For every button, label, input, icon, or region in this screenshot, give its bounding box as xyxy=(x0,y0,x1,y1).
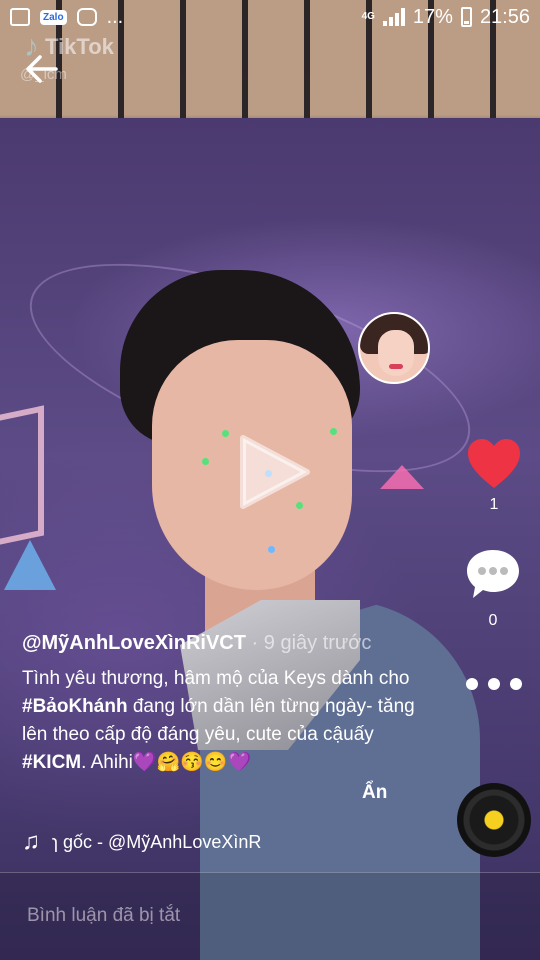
zalo-icon: Zalo xyxy=(40,9,67,25)
caption-header: @MỹAnhLoveXìnRiVCT · 9 giây trước xyxy=(22,632,422,655)
play-icon xyxy=(240,435,310,509)
back-button[interactable] xyxy=(22,52,62,86)
author-handle[interactable]: @MỹAnhLoveXìnRiVCT xyxy=(22,632,246,654)
comment-button[interactable] xyxy=(465,548,521,600)
clock: 21:56 xyxy=(479,5,530,28)
post-time: 9 giây trước xyxy=(263,632,372,654)
video-caption: @MỹAnhLoveXìnRiVCT · 9 giây trước Tình y… xyxy=(22,632,422,777)
dot-icon xyxy=(466,678,478,690)
heart-icon xyxy=(468,439,520,488)
more-options-button[interactable] xyxy=(466,672,522,696)
comment-bar: Bình luận đã bị tắt xyxy=(0,872,540,960)
play-button[interactable] xyxy=(233,432,313,512)
music-title: ɿ gốc - @MỹAnhLoveXìnR xyxy=(52,831,262,852)
like-count: 1 xyxy=(489,496,499,513)
like-button[interactable] xyxy=(466,438,522,490)
comment-count: 0 xyxy=(488,612,498,629)
comment-bubble-icon xyxy=(467,550,519,598)
sparkle-effect xyxy=(222,430,229,437)
sparkle-effect xyxy=(268,546,275,553)
hashtag-link[interactable]: #KICM xyxy=(22,752,81,773)
caption-text: Tình yêu thương, hâm mộ của Keys dành ch… xyxy=(22,668,415,773)
signal-icon xyxy=(382,8,405,26)
author-avatar[interactable] xyxy=(358,312,430,384)
triangle-decoration xyxy=(4,540,56,590)
music-disc-button[interactable] xyxy=(457,783,531,857)
network-type: 4G xyxy=(361,11,375,22)
back-arrow-icon xyxy=(26,55,58,83)
comments-disabled-text: Bình luận đã bị tắt xyxy=(27,905,181,926)
battery-level: 17% xyxy=(412,5,453,28)
separator-dot: · xyxy=(251,632,259,654)
battery-icon xyxy=(460,7,472,27)
music-info[interactable]: ♫ ɿ gốc - @MỹAnhLoveXìnR xyxy=(22,828,261,856)
instagram-icon xyxy=(76,8,97,26)
sparkle-effect xyxy=(202,458,209,465)
hashtag-link[interactable]: #BảoKhánh xyxy=(22,696,128,717)
sparkle-effect xyxy=(330,428,337,435)
folder-icon xyxy=(10,8,30,26)
hide-caption-button[interactable]: Ẩn xyxy=(362,782,387,804)
dot-icon xyxy=(510,678,522,690)
neon-sign-decoration xyxy=(0,405,44,545)
more-notifications-icon: ... xyxy=(106,5,124,28)
music-note-icon: ♫ xyxy=(22,828,40,855)
dot-icon xyxy=(488,678,500,690)
status-bar: Zalo ... 4G 17% 21:56 xyxy=(0,0,540,34)
